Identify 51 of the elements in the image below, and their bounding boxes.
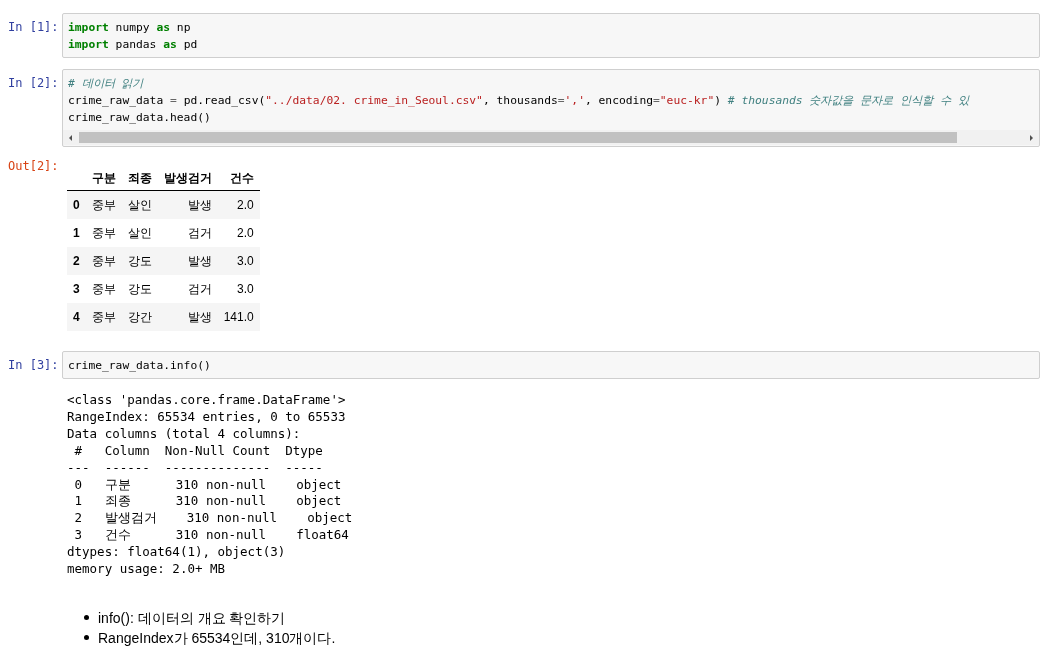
table-cell: 발생 — [157, 247, 218, 275]
code-line: import pandas as pd — [68, 37, 199, 53]
table-cell: 중부 — [85, 190, 122, 219]
input-prompt: In [2]: — [7, 75, 60, 92]
table-cell: 중부 — [85, 219, 122, 247]
column-header: 구분 — [85, 166, 122, 191]
table-cell: 중부 — [85, 247, 122, 275]
input-prompt: In [3]: — [7, 357, 60, 374]
row-index: 4 — [67, 303, 86, 331]
code-line: crime_raw_data.info() — [68, 358, 212, 374]
table-cell: 141.0 — [217, 303, 260, 331]
table-cell: 검거 — [157, 275, 218, 303]
output-prompt: Out[2]: — [7, 158, 60, 175]
code-cell[interactable]: import numpy as np import pandas as pd — [62, 13, 1040, 58]
table-cell: 중부 — [85, 275, 122, 303]
column-header: 죄종 — [121, 166, 158, 191]
code-cell[interactable]: crime_raw_data.info() — [62, 351, 1040, 379]
horizontal-scrollbar[interactable] — [63, 130, 1039, 145]
code-line: # 데이터 읽기 — [68, 76, 145, 92]
row-index: 0 — [67, 190, 86, 219]
table-cell: 검거 — [157, 219, 218, 247]
table-cell: 살인 — [121, 219, 158, 247]
output-text: <class 'pandas.core.frame.DataFrame'> RangeIndex: 65534 entries, 0 to 65533 Data columns (total 4 columns): # Column Non-Null Count Dtype --- ------ -------------- ----- 0 구분 310 non-null object 1 죄종 310 non-null object 2 발생검거 310 non-null object 3 건수 310 non-null float64 dtypes: float64(1), object(3) memory usage: 2.0+ MB — [66, 391, 354, 579]
table-cell: 발생 — [157, 303, 218, 331]
table-cell: 강도 — [121, 275, 158, 303]
row-index: 3 — [67, 275, 86, 303]
code-line: crime_raw_data.head() — [68, 110, 212, 126]
bullet-icon — [84, 635, 89, 641]
scrollbar-thumb[interactable] — [79, 132, 957, 143]
table-cell: 살인 — [121, 190, 158, 219]
bullet-text: info(): 데이터의 개요 확인하기 — [98, 608, 286, 628]
table-cell: 3.0 — [217, 275, 260, 303]
row-index: 1 — [67, 219, 86, 247]
scroll-left-icon[interactable] — [67, 133, 75, 142]
input-prompt: In [1]: — [7, 19, 60, 36]
table-cell: 강도 — [121, 247, 158, 275]
table-cell: 중부 — [85, 303, 122, 331]
code-line: import numpy as np — [68, 20, 192, 36]
bullet-text: RangeIndex가 65534인데, 310개이다. — [98, 628, 336, 648]
table-cell: 2.0 — [217, 219, 260, 247]
column-header: 건수 — [217, 166, 260, 191]
table-cell: 3.0 — [217, 247, 260, 275]
bullet-icon — [84, 615, 89, 621]
row-index: 2 — [67, 247, 86, 275]
column-header: 발생검거 — [157, 166, 218, 191]
scroll-right-icon[interactable] — [1027, 133, 1035, 142]
table-cell: 강간 — [121, 303, 158, 331]
table-cell: 발생 — [157, 190, 218, 219]
code-cell[interactable]: # 데이터 읽기 crime_raw_data = pd.read_csv("../data/02. crime_in_Seoul.csv", thousands=',', encoding="euc-kr") # thousands 숫자값을 문자로 인식할 수 있 crime_raw_data.head() — [62, 69, 1040, 147]
table-cell: 2.0 — [217, 190, 260, 219]
code-line: crime_raw_data = pd.read_csv("../data/02. crime_in_Seoul.csv", thousands=',', encoding="euc-kr") # thousands 숫자값을 문자로 인식할 수 있 — [68, 93, 971, 109]
